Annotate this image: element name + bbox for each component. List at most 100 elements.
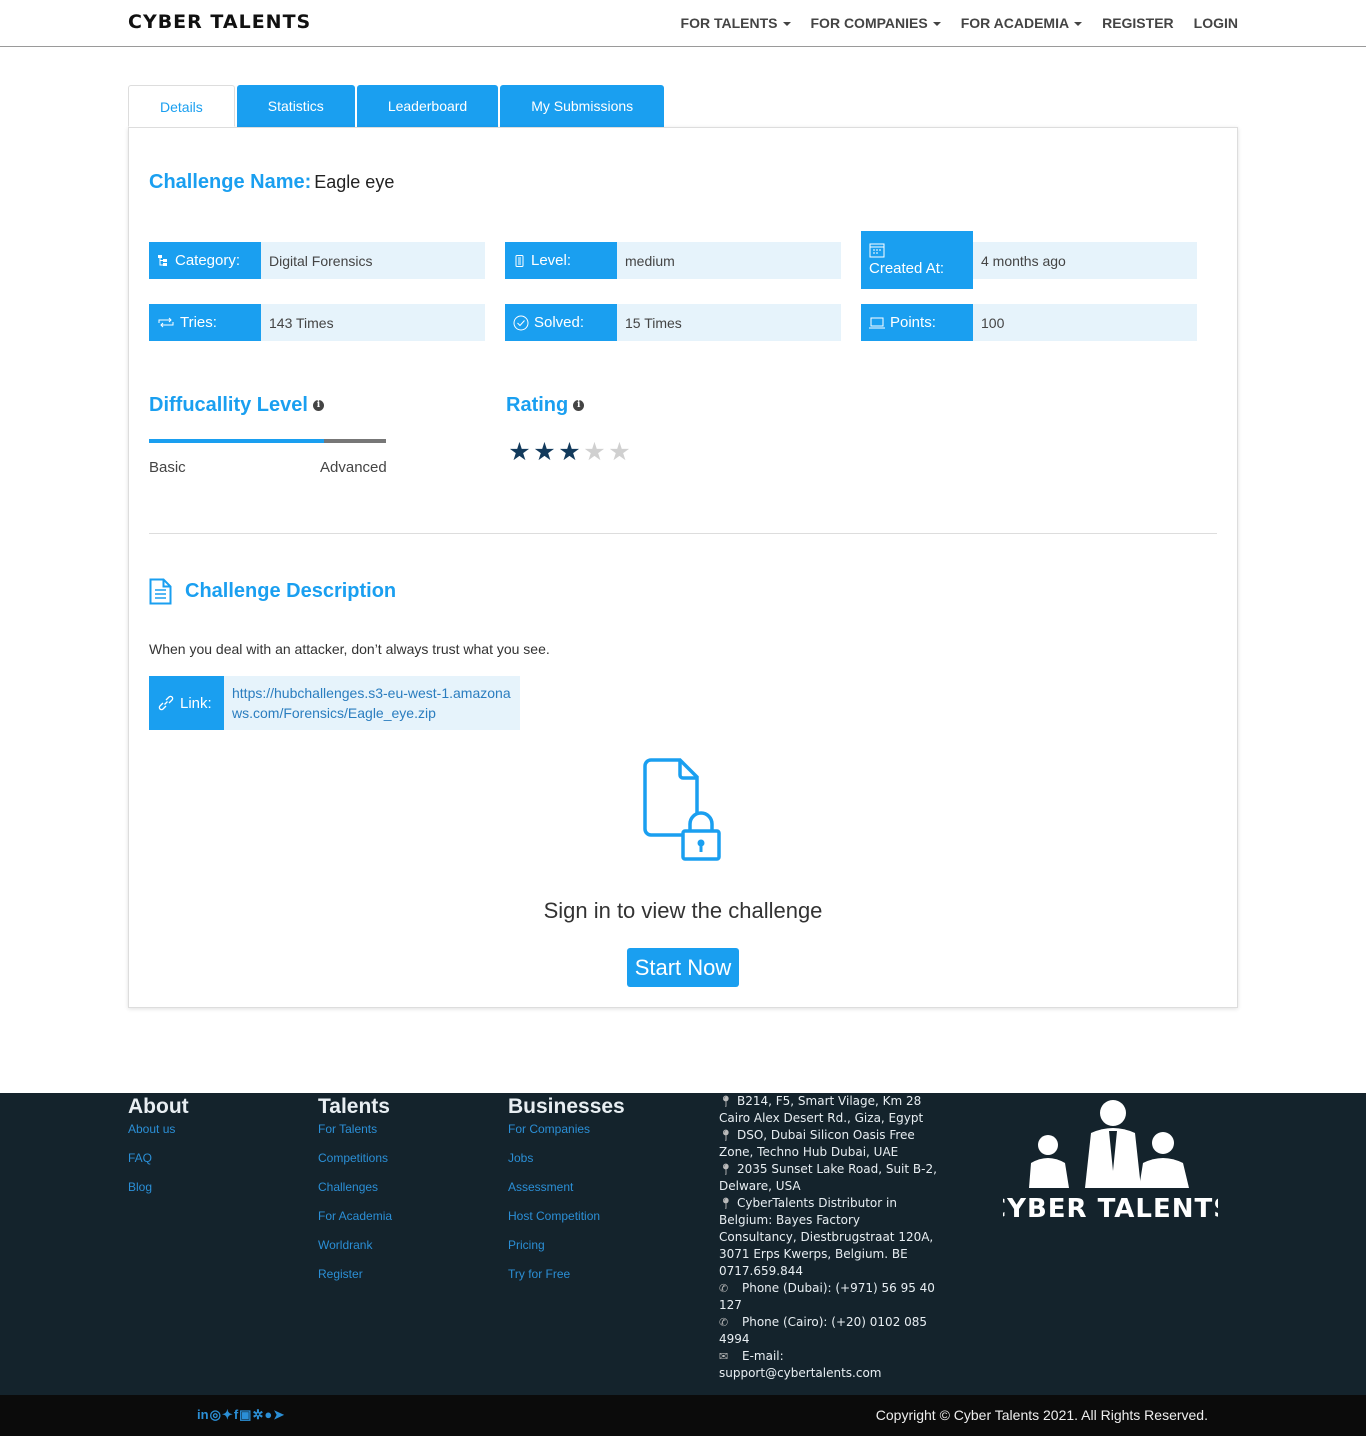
footer-link-blog[interactable]: Blog (128, 1179, 189, 1208)
sitemap-icon (158, 255, 167, 266)
footer-link-challenges[interactable]: Challenges (318, 1179, 392, 1208)
check-circle-icon (513, 315, 529, 330)
tab-statistics[interactable]: Statistics (236, 85, 355, 127)
nav-for-companies-label: FOR COMPANIES (810, 15, 928, 31)
star-filled-icon: ★ (558, 438, 581, 466)
nav-for-talents-label: FOR TALENTS (680, 15, 778, 31)
chat-icon[interactable]: ● (264, 1407, 272, 1423)
footer-talents-title: Talents (318, 1095, 390, 1118)
phone-dubai-text: Phone (Dubai): (+971) 56 95 40 127 (719, 1281, 935, 1312)
category-label-box: Category: (149, 242, 261, 279)
solved-label: Solved: (534, 314, 585, 331)
footer-talents-column: Talents For Talents Competitions Challen… (318, 1093, 392, 1295)
footer-bottom-bar: in ◎ ✦ f ▣ ✲ ● ➤ Copyright © Cyber Talen… (0, 1395, 1366, 1436)
phone-icon: ✆ (719, 1316, 729, 1329)
level-label-box: Level: (505, 242, 617, 279)
caret-down-icon (932, 22, 941, 26)
footer-link-try-for-free[interactable]: Try for Free (508, 1266, 625, 1295)
signin-prompt: Sign in to view the challenge (543, 898, 823, 923)
challenge-file-link[interactable]: https://hubchallenges.s3-eu-west-1.amazo… (224, 676, 520, 730)
start-now-button[interactable]: Start Now (627, 948, 739, 987)
locked-file-icon (643, 758, 721, 861)
footer-logo: CYBER TALENTS (1003, 1100, 1218, 1223)
twitter-icon[interactable]: ✦ (222, 1407, 233, 1423)
level-label: Level: (531, 252, 572, 269)
points-label-box: Points: (861, 304, 973, 341)
info-icon[interactable]: i (312, 400, 324, 411)
rating-stars: ★ ★ ★ ★ ★ (507, 440, 632, 465)
telegram-icon[interactable]: ➤ (273, 1407, 284, 1423)
tries-label: Tries: (180, 314, 217, 331)
challenge-name-label: Challenge Name: (149, 171, 312, 193)
instagram-icon[interactable]: ◎ (210, 1407, 221, 1423)
solved-label-box: Solved: (505, 304, 617, 341)
nav-for-talents[interactable]: FOR TALENTS (681, 15, 791, 31)
retry-arrows-icon (158, 317, 174, 328)
brand-logo[interactable]: CYBER TALENTS (128, 11, 311, 33)
calendar-icon (869, 243, 885, 258)
footer-link-host-competition[interactable]: Host Competition (508, 1208, 625, 1237)
battery-icon (515, 255, 524, 267)
level-value: medium (617, 242, 841, 279)
nav-for-academia[interactable]: FOR ACADEMIA (961, 15, 1083, 31)
map-pin-icon: 📍︎ (719, 1163, 733, 1176)
map-pin-icon: 📍︎ (719, 1095, 733, 1108)
footer-about-column: About About us FAQ Blog (128, 1093, 189, 1208)
footer-link-assessment[interactable]: Assessment (508, 1179, 625, 1208)
caret-down-icon (782, 22, 791, 26)
slack-icon[interactable]: ✲ (252, 1407, 263, 1423)
created-info: Created At: 4 months ago (861, 231, 1197, 289)
footer-link-jobs[interactable]: Jobs (508, 1150, 625, 1179)
link-label: Link: (180, 694, 212, 712)
footer-about-title: About (128, 1095, 189, 1118)
address-usa: 📍︎ 2035 Sunset Lake Road, Suit B-2, Delwa… (719, 1161, 939, 1195)
address-belgium: 📍︎ CyberTalents Distributor in Belgium: B… (719, 1195, 939, 1280)
phone-cairo: ✆ Phone (Cairo): (+20) 0102 085 4994 (719, 1314, 939, 1348)
challenge-details-panel: Challenge Name: Eagle eye Category: Digit… (128, 127, 1238, 1008)
description-title: Challenge Description (149, 578, 396, 605)
footer-link-competitions[interactable]: Competitions (318, 1150, 392, 1179)
solved-info: Solved: 15 Times (505, 304, 841, 341)
nav-register[interactable]: REGISTER (1102, 15, 1174, 31)
difficulty-bar-fill (149, 439, 325, 443)
address-cairo: 📍︎ B214, F5, Smart Vilage, Km 28 Cairo Al… (719, 1093, 939, 1127)
footer-link-faq[interactable]: FAQ (128, 1150, 189, 1179)
linkedin-icon[interactable]: in (197, 1407, 209, 1423)
address-dubai: 📍︎ DSO, Dubai Silicon Oasis Free Zone, Te… (719, 1127, 939, 1161)
solved-value: 15 Times (617, 304, 841, 341)
tab-details[interactable]: Details (128, 85, 235, 127)
footer-link-for-talents[interactable]: For Talents (318, 1121, 392, 1150)
tab-my-submissions[interactable]: My Submissions (500, 85, 665, 127)
address-dubai-text: DSO, Dubai Silicon Oasis Free Zone, Tech… (719, 1128, 915, 1159)
footer-link-for-academia[interactable]: For Academia (318, 1208, 392, 1237)
youtube-icon[interactable]: ▣ (239, 1407, 251, 1423)
star-filled-icon: ★ (508, 438, 531, 466)
email-text[interactable]: E-mail: support@cybertalents.com (719, 1349, 882, 1380)
address-belgium-text: CyberTalents Distributor in Belgium: Bay… (719, 1196, 934, 1278)
challenge-name-value: Eagle eye (314, 172, 395, 192)
laptop-icon (869, 317, 885, 329)
phone-icon: ✆ (719, 1282, 729, 1295)
footer-link-worldrank[interactable]: Worldrank (318, 1237, 392, 1266)
footer-link-for-companies[interactable]: For Companies (508, 1121, 625, 1150)
nav-login[interactable]: LOGIN (1194, 15, 1238, 31)
tries-label-box: Tries: (149, 304, 261, 341)
envelope-icon: ✉ (719, 1350, 729, 1363)
footer-contact: 📍︎ B214, F5, Smart Vilage, Km 28 Cairo Al… (719, 1093, 939, 1382)
tab-leaderboard[interactable]: Leaderboard (356, 85, 499, 127)
link-icon (158, 695, 174, 711)
footer-link-pricing[interactable]: Pricing (508, 1237, 625, 1266)
difficulty-title: Diffucallity Level i (149, 394, 324, 417)
facebook-icon[interactable]: f (234, 1407, 238, 1423)
difficulty-title-text: Diffucallity Level (149, 394, 308, 416)
footer-businesses-column: Businesses For Companies Jobs Assessment… (508, 1093, 625, 1295)
nav-for-companies[interactable]: FOR COMPANIES (811, 15, 941, 31)
tries-value: 143 Times (261, 304, 485, 341)
points-info: Points: 100 (861, 304, 1197, 341)
footer-link-about-us[interactable]: About us (128, 1121, 189, 1150)
email: ✉ E-mail: support@cybertalents.com (719, 1348, 939, 1382)
created-value: 4 months ago (973, 242, 1197, 279)
info-icon[interactable]: i (573, 400, 585, 411)
footer-link-register[interactable]: Register (318, 1266, 392, 1295)
copyright-text: Copyright © Cyber Talents 2021. All Righ… (875, 1407, 1208, 1423)
